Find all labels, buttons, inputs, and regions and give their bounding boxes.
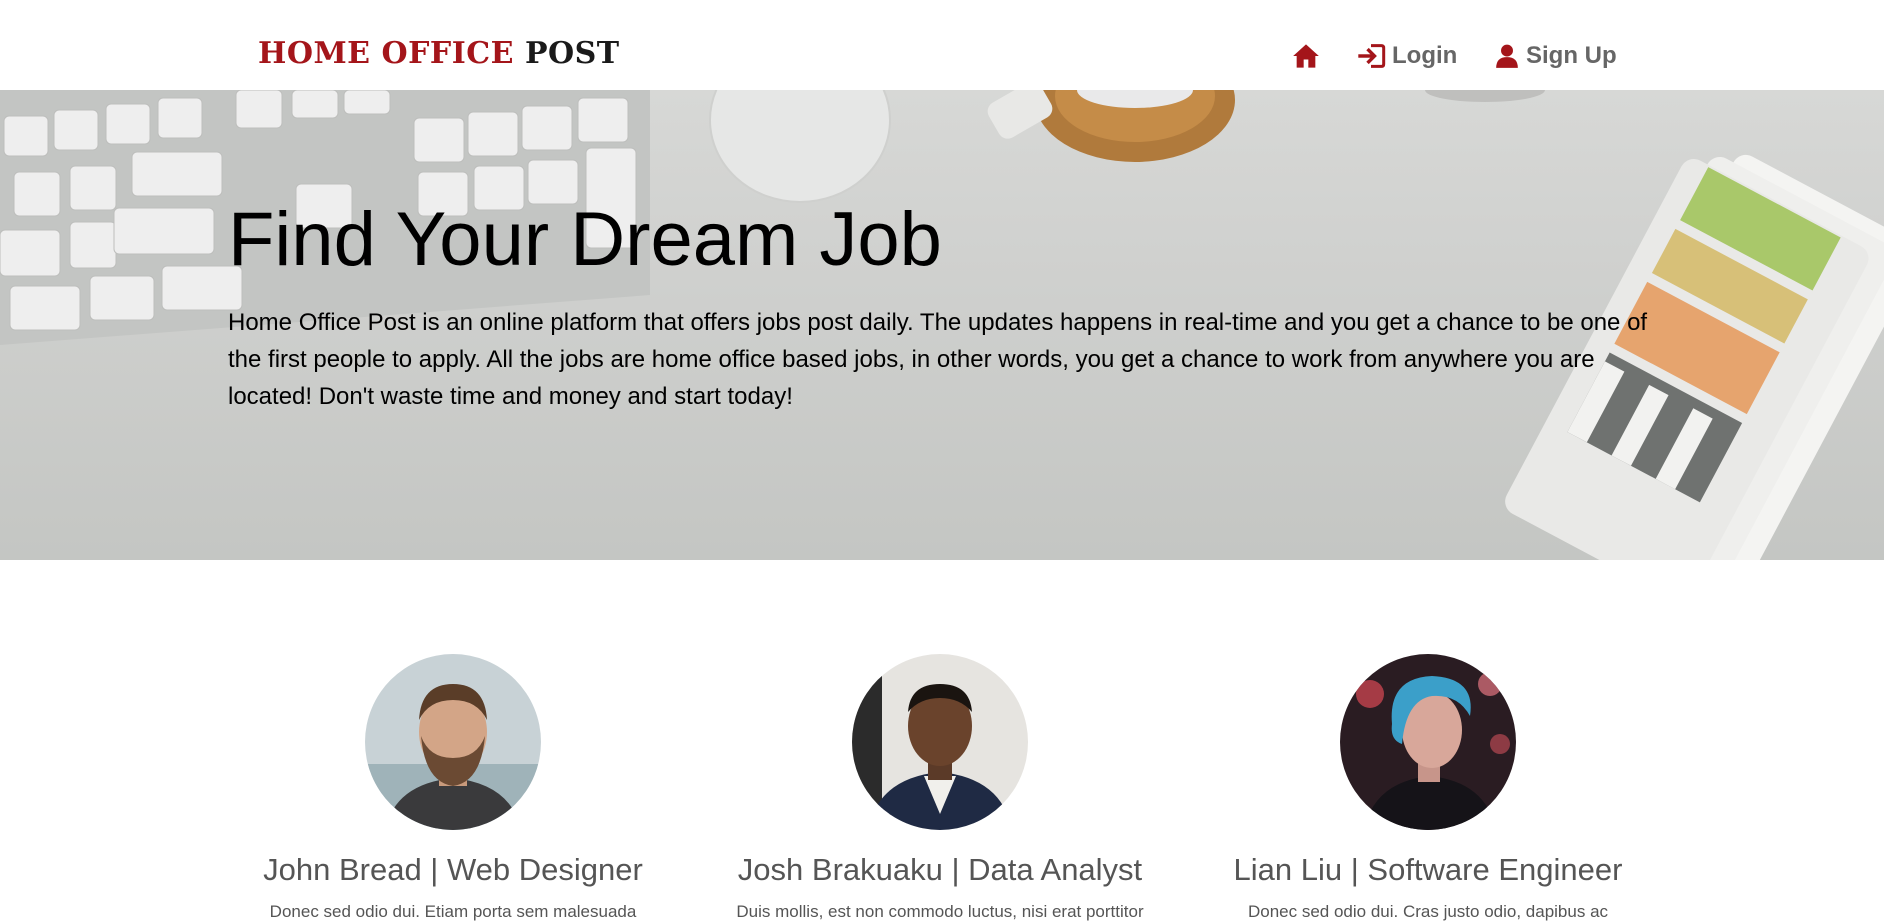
member-description: Donec sed odio dui. Cras justo odio, dap… <box>1247 902 1609 921</box>
login-icon <box>1358 44 1386 68</box>
hero-description: Home Office Post is an online platform t… <box>228 309 1648 410</box>
home-icon <box>1293 44 1319 68</box>
avatar <box>1340 654 1516 830</box>
mouse-graphic <box>709 90 891 203</box>
nav-home-link[interactable] <box>1292 36 1320 76</box>
brand-text-secondary: POST <box>524 36 620 71</box>
brand-logo[interactable]: HOME OFFICE POST <box>258 34 620 74</box>
nav-login-link[interactable]: Login <box>1356 36 1457 76</box>
hero-banner: Find Your Dream Job Home Office Post is … <box>0 90 1884 560</box>
member-name: Josh Brakuaku | Data Analyst <box>737 852 1143 887</box>
team-member-card: Lian Liu | Software Engineer Donec sed o… <box>1188 650 1668 922</box>
brand-text-primary: HOME OFFICE <box>258 36 525 71</box>
avatar <box>365 654 541 830</box>
avatar <box>852 654 1028 830</box>
coaster-graphic <box>987 90 1235 162</box>
member-name: Lian Liu | Software Engineer <box>1233 852 1623 887</box>
member-name: John Bread | Web Designer <box>263 852 643 887</box>
login-label: Login <box>1392 42 1458 69</box>
hero-title: Find Your Dream Job <box>228 197 942 282</box>
team-member-card: Josh Brakuaku | Data Analyst Duis mollis… <box>700 650 1180 922</box>
member-description: Donec sed odio dui. Etiam porta sem male… <box>269 902 637 921</box>
signup-label: Sign Up <box>1526 42 1617 69</box>
user-icon <box>1496 44 1518 68</box>
member-description: Duis mollis, est non commodo luctus, nis… <box>736 902 1144 921</box>
nav-signup-link[interactable]: Sign Up <box>1494 36 1617 76</box>
navbar: HOME OFFICE POST Login Sign Up <box>0 0 1884 90</box>
team-member-card: John Bread | Web Designer Donec sed odio… <box>213 650 693 922</box>
